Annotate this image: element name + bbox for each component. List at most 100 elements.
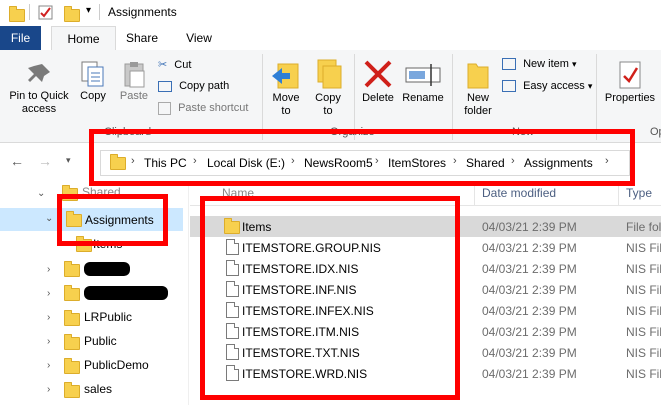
rename-button[interactable]: Rename — [400, 58, 446, 105]
copy-path-label: Copy path — [179, 80, 230, 92]
tree-item-publicdemo[interactable]: PublicDemo — [84, 358, 149, 372]
file-type: NIS File — [626, 262, 661, 276]
tree-item-public[interactable]: Public — [84, 334, 117, 348]
window-title: Assignments — [108, 5, 177, 19]
properties-button[interactable]: Properties — [600, 58, 660, 105]
column-date-modified[interactable]: Date modified — [482, 186, 556, 200]
column-separator[interactable] — [618, 183, 619, 205]
cut-button[interactable]: ✂ Cut — [158, 58, 191, 71]
move-to-label: Move — [272, 92, 300, 104]
easy-access-button[interactable]: Easy access ▾ — [502, 80, 593, 93]
pin-label: Pin to Quick — [9, 90, 69, 102]
file-date: 04/03/21 2:39 PM — [482, 220, 577, 234]
divider — [29, 4, 30, 20]
folder-icon — [64, 334, 80, 350]
dropdown-arrow-icon: ▾ — [571, 59, 577, 69]
column-separator[interactable] — [474, 183, 475, 205]
open-group-label: Op — [650, 126, 661, 138]
file-type: NIS File — [626, 241, 661, 255]
cut-label: Cut — [174, 59, 192, 71]
forward-arrow-icon[interactable]: → — [38, 153, 52, 169]
tab-share[interactable]: Share — [118, 26, 166, 50]
new-folder-button[interactable]: New folder — [456, 58, 500, 118]
rename-icon — [405, 64, 441, 86]
move-to-label-2: to — [281, 105, 291, 117]
file-date: 04/03/21 2:39 PM — [482, 367, 577, 381]
new-folder-label: New — [466, 92, 489, 104]
delete-button[interactable]: Delete — [358, 58, 398, 105]
chevron-right-icon[interactable]: › — [47, 360, 50, 371]
move-to-button[interactable]: Move to — [266, 58, 306, 118]
file-date: 04/03/21 2:39 PM — [482, 262, 577, 276]
file-type: NIS File — [626, 304, 661, 318]
copy-to-label: Copy — [315, 92, 341, 104]
annotation-box-tree — [57, 194, 168, 246]
chevron-right-icon[interactable]: › — [47, 384, 50, 395]
new-folder-label-2: folder — [464, 105, 492, 117]
new-folder-quick-icon[interactable] — [64, 6, 80, 22]
file-date: 04/03/21 2:39 PM — [482, 304, 577, 318]
file-type: NIS File — [626, 346, 661, 360]
paste-shortcut-icon — [158, 102, 171, 115]
pin-icon — [28, 64, 50, 82]
rename-label: Rename — [402, 92, 444, 104]
folder-icon — [64, 285, 80, 301]
delete-label: Delete — [362, 92, 394, 104]
new-item-button[interactable]: New item ▾ — [502, 58, 577, 71]
folder-icon — [64, 382, 80, 398]
column-type[interactable]: Type — [626, 186, 652, 200]
annotation-box-files — [200, 196, 460, 400]
copy-to-button[interactable]: Copy to — [308, 58, 348, 118]
easy-access-label: Easy access — [523, 80, 585, 92]
paste-button[interactable]: Paste — [116, 60, 152, 103]
tree-item-lrpublic[interactable]: LRPublic — [84, 310, 132, 324]
file-date: 04/03/21 2:39 PM — [482, 325, 577, 339]
chevron-right-icon[interactable]: › — [47, 288, 50, 299]
file-type: NIS File — [626, 325, 661, 339]
delete-x-icon — [364, 60, 392, 88]
properties-icon — [619, 61, 641, 89]
copy-to-icon — [317, 59, 342, 89]
tab-home[interactable]: Home — [51, 26, 116, 52]
properties-check-icon[interactable] — [38, 5, 54, 21]
copy-path-icon — [158, 80, 172, 92]
pin-label-2: access — [21, 103, 57, 115]
paste-shortcut-button[interactable]: Paste shortcut — [158, 102, 248, 115]
copy-icon — [81, 61, 104, 87]
group-separator — [596, 54, 597, 140]
file-type: File fol — [626, 220, 661, 234]
chevron-right-icon[interactable]: › — [47, 312, 50, 323]
redaction-mark — [84, 286, 168, 300]
chevron-down-icon[interactable]: ⌄ — [45, 213, 53, 224]
copy-label: Copy — [80, 90, 106, 102]
chevron-right-icon[interactable]: › — [47, 336, 50, 347]
divider — [99, 4, 100, 20]
copy-path-button[interactable]: Copy path — [158, 80, 229, 92]
group-separator — [452, 54, 453, 140]
scissors-icon: ✂ — [158, 59, 168, 71]
pane-divider[interactable] — [188, 183, 189, 405]
tab-file[interactable]: File — [0, 26, 41, 50]
folder-icon — [64, 310, 80, 326]
customize-quick-access-icon[interactable]: ▾ — [86, 5, 91, 16]
tree-item-sales[interactable]: sales — [84, 382, 112, 396]
paste-icon — [124, 62, 145, 88]
title-bar: ▾ Assignments — [0, 0, 661, 26]
chevron-right-icon[interactable]: › — [47, 264, 50, 275]
easy-access-icon — [502, 80, 516, 93]
file-date: 04/03/21 2:39 PM — [482, 346, 577, 360]
file-date: 04/03/21 2:39 PM — [482, 283, 577, 297]
group-separator — [262, 54, 263, 140]
copy-button[interactable]: Copy — [76, 60, 110, 103]
back-arrow-icon[interactable]: ← — [10, 153, 24, 169]
recent-locations-icon[interactable]: ▾ — [66, 155, 71, 166]
file-type: NIS File — [626, 367, 661, 381]
folder-icon — [9, 6, 25, 22]
ribbon-tabs: File Home Share View — [0, 26, 661, 52]
move-to-icon — [272, 63, 299, 89]
dropdown-arrow-icon: ▾ — [587, 81, 593, 91]
tab-view[interactable]: View — [176, 26, 222, 50]
pin-to-quick-access-button[interactable]: Pin to Quick access — [4, 60, 74, 116]
new-item-label: New item — [523, 58, 569, 70]
chevron-down-icon[interactable]: ⌄ — [37, 188, 45, 199]
